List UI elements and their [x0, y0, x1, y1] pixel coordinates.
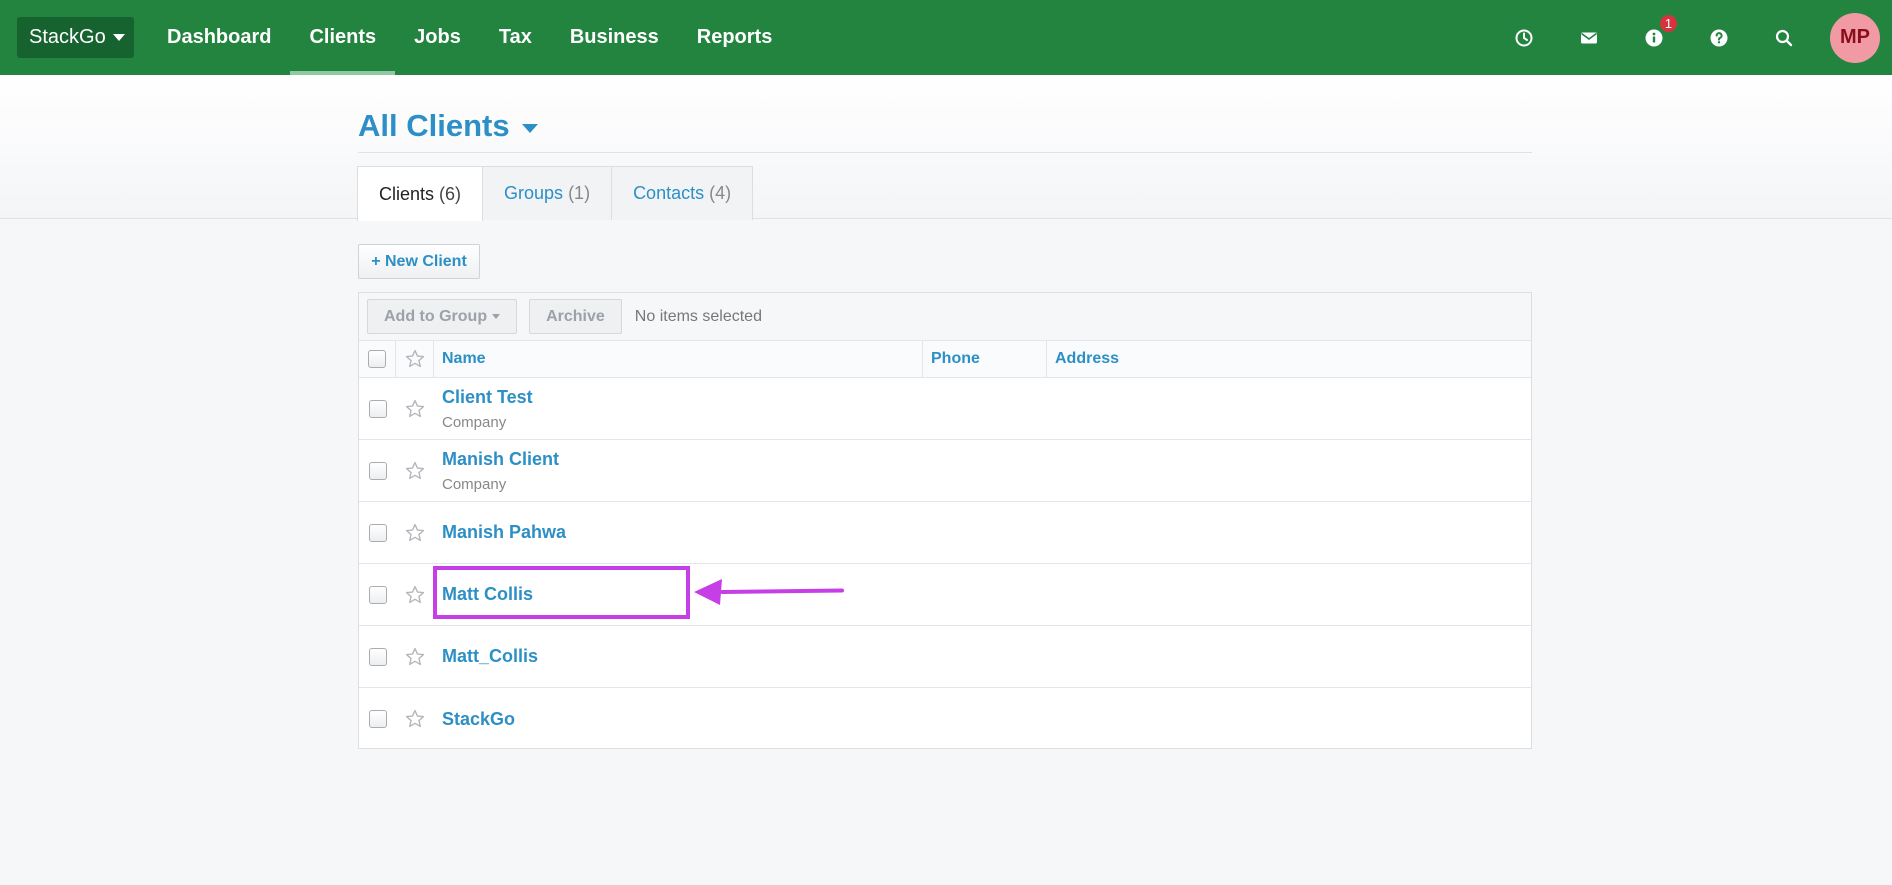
caret-down-icon [521, 123, 538, 133]
table-header: Name Phone Address [359, 341, 1531, 378]
new-client-button[interactable]: + New Client [358, 244, 480, 279]
star-icon[interactable] [404, 708, 426, 730]
table-row: StackGo [359, 688, 1531, 750]
row-checkbox[interactable] [368, 399, 387, 418]
nav-reports-label: Reports [696, 26, 773, 48]
star-icon[interactable] [404, 584, 426, 606]
nav-reports[interactable]: Reports [678, 0, 792, 75]
org-name: StackGo [29, 26, 106, 48]
page-title-dropdown[interactable]: All Clients [358, 108, 538, 144]
row-checkbox[interactable] [368, 461, 387, 480]
nav-jobs-label: Jobs [414, 26, 461, 48]
tab-contacts-label: Contacts [633, 183, 705, 203]
nav-dashboard[interactable]: Dashboard [148, 0, 290, 75]
tab-groups-count: (1) [568, 183, 591, 203]
nav-clients[interactable]: Clients [290, 0, 395, 75]
clock-icon [1515, 29, 1532, 46]
bulk-actions-toolbar: Add to Group Archive No items selected [359, 293, 1531, 341]
column-header-name[interactable]: Name [442, 350, 486, 368]
tab-groups-label: Groups [504, 183, 564, 203]
caret-down-icon [112, 34, 125, 41]
page-header-area [0, 75, 1892, 219]
org-switcher-button[interactable]: StackGo [17, 17, 134, 58]
row-checkbox[interactable] [368, 585, 387, 604]
tab-clients-count: (6) [439, 183, 462, 204]
tab-groups[interactable]: Groups (1) [482, 166, 613, 220]
caret-down-icon [492, 314, 501, 319]
column-header-address[interactable]: Address [1055, 350, 1119, 368]
annotation-arrow-icon [694, 579, 844, 605]
nav-dashboard-label: Dashboard [167, 26, 272, 48]
table-row: Manish Client Company [359, 440, 1531, 502]
user-avatar[interactable]: MP [1830, 12, 1880, 63]
nav-tax[interactable]: Tax [480, 0, 551, 75]
star-icon[interactable] [404, 646, 426, 668]
star-icon [405, 349, 424, 368]
select-all-checkbox[interactable] [368, 350, 386, 368]
archive-button[interactable]: Archive [529, 299, 622, 334]
tab-contacts[interactable]: Contacts (4) [611, 166, 754, 220]
client-tabs: Clients (6) Groups (1) Contacts (4) [357, 166, 754, 221]
add-to-group-button[interactable]: Add to Group [367, 299, 518, 334]
client-name-link[interactable]: Client Test [442, 387, 533, 408]
row-checkbox[interactable] [368, 647, 387, 666]
column-header-phone[interactable]: Phone [931, 350, 980, 368]
row-checkbox[interactable] [368, 710, 387, 728]
client-type: Company [442, 475, 507, 493]
notifications-button[interactable]: 1 [1621, 0, 1686, 75]
mail-icon [1580, 32, 1597, 43]
nav-jobs[interactable]: Jobs [395, 0, 480, 75]
top-navbar: StackGo Dashboard Clients Jobs Tax Busin… [0, 0, 1892, 75]
title-divider [358, 152, 1532, 153]
tab-clients-label: Clients [379, 183, 435, 204]
client-name-link[interactable]: Manish Pahwa [442, 522, 566, 543]
annotation-highlight-box [433, 566, 690, 619]
star-icon[interactable] [404, 398, 426, 420]
row-checkbox[interactable] [368, 523, 387, 542]
star-icon[interactable] [404, 460, 426, 482]
tab-contacts-count: (4) [709, 183, 732, 203]
nav-clients-label: Clients [309, 26, 377, 48]
tab-clients[interactable]: Clients (6) [357, 166, 484, 221]
client-type: Company [442, 413, 507, 431]
messages-button[interactable] [1556, 0, 1621, 75]
clients-table: Add to Group Archive No items selected N… [358, 292, 1532, 749]
help-button[interactable] [1686, 0, 1751, 75]
page-title: All Clients [358, 108, 510, 143]
main-nav: Dashboard Clients Jobs Tax Business Repo… [148, 0, 791, 75]
client-name-link[interactable]: Matt_Collis [442, 646, 538, 667]
star-icon[interactable] [404, 522, 426, 544]
table-row: Client Test Company [359, 378, 1531, 440]
search-icon [1775, 29, 1792, 46]
table-row: Manish Pahwa [359, 502, 1531, 564]
selection-status: No items selected [634, 307, 762, 325]
notification-badge: 1 [1658, 13, 1679, 34]
nav-business[interactable]: Business [551, 0, 678, 75]
add-to-group-label: Add to Group [384, 307, 488, 325]
nav-business-label: Business [569, 26, 659, 48]
client-name-link[interactable]: StackGo [442, 709, 515, 730]
client-name-link[interactable]: Manish Client [442, 449, 559, 470]
search-button[interactable] [1751, 0, 1816, 75]
help-icon [1710, 29, 1727, 46]
nav-icon-bar: 1 MP [1491, 0, 1892, 75]
nav-tax-label: Tax [498, 26, 532, 48]
timer-button[interactable] [1491, 0, 1556, 75]
table-row: Matt_Collis [359, 626, 1531, 688]
